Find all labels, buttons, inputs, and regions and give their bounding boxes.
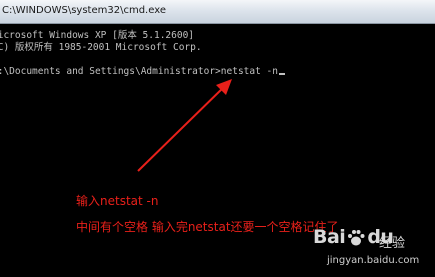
annotation-line-1: 输入netstat -n bbox=[76, 194, 159, 208]
window-title: C:\WINDOWS\system32\cmd.exe bbox=[2, 5, 166, 16]
console-line-version: Microsoft Windows XP [版本 5.1.2600] bbox=[0, 30, 195, 41]
baidu-jingyan-watermark: Bai du 经验 jingyan.baidu.com bbox=[313, 226, 431, 274]
watermark-url: jingyan.baidu.com bbox=[327, 255, 420, 266]
console-line-copyright: (C) 版权所有 1985-2001 Microsoft Corp. bbox=[0, 42, 202, 53]
paw-icon bbox=[348, 230, 365, 246]
text-cursor bbox=[278, 73, 285, 75]
console-line-prompt: C:\Documents and Settings\Administrator>… bbox=[0, 66, 285, 78]
watermark-jingyan-text: 经验 bbox=[379, 236, 406, 251]
annotation-line-2: 中间有个空格 输入完netstat还要一个空格记住了 bbox=[76, 220, 339, 234]
prompt-command-text: C:\Documents and Settings\Administrator>… bbox=[0, 66, 278, 77]
cmd-window: C:\WINDOWS\system32\cmd.exe Microsoft Wi… bbox=[0, 0, 435, 277]
title-bar[interactable]: C:\WINDOWS\system32\cmd.exe bbox=[0, 0, 435, 24]
